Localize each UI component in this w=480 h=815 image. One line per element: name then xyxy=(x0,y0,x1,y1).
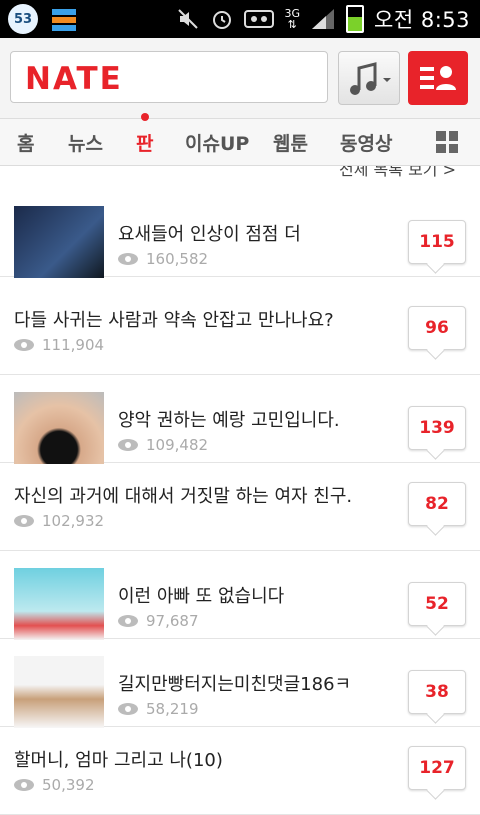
clock: 오전 8:53 xyxy=(374,8,470,32)
status-bar: 53 3G ⇅ 오전 8:53 xyxy=(0,0,480,38)
comment-count: 127 xyxy=(419,758,455,778)
list-item[interactable]: 양악 권하는 예랑 고민입니다. 109,482 139 xyxy=(0,374,480,464)
app-flag-icon xyxy=(52,9,76,31)
view-count: 109,482 xyxy=(146,436,209,454)
search-bar[interactable]: NATE xyxy=(10,51,328,103)
tab-pann[interactable]: 판 xyxy=(136,129,153,156)
comment-count-badge[interactable]: 139 xyxy=(408,406,466,450)
music-button[interactable] xyxy=(338,51,400,105)
active-indicator-dot xyxy=(141,113,149,121)
comment-count: 115 xyxy=(419,232,455,252)
comment-count: 82 xyxy=(425,494,449,514)
list-item[interactable]: 이런 아빠 또 없습니다 97,687 52 xyxy=(0,550,480,640)
view-count: 160,582 xyxy=(146,250,209,268)
tab-news[interactable]: 뉴스 xyxy=(68,129,103,156)
mute-icon xyxy=(178,9,199,29)
eye-icon xyxy=(14,779,34,791)
network-3g-icon: 3G ⇅ xyxy=(284,7,301,31)
music-note-icon xyxy=(350,62,391,95)
eye-icon xyxy=(14,515,34,527)
comment-count-badge[interactable]: 96 xyxy=(408,306,466,350)
post-title: 요새들어 인상이 점점 더 xyxy=(118,224,301,245)
list-item[interactable]: 요새들어 인상이 점점 더 160,582 115 xyxy=(0,188,480,278)
comment-count-badge[interactable]: 115 xyxy=(408,220,466,264)
comment-count: 96 xyxy=(425,318,449,338)
post-title: 양악 권하는 예랑 고민입니다. xyxy=(118,410,340,431)
view-all-link[interactable]: 전체 목록 보기 > xyxy=(0,166,480,188)
eye-icon xyxy=(118,703,138,715)
post-title: 길지만빵터지는미친댓글186ㅋ xyxy=(118,674,352,695)
post-views: 58,219 xyxy=(118,700,199,718)
post-thumbnail xyxy=(14,206,104,278)
post-thumbnail xyxy=(14,392,104,464)
nate-logo: NATE xyxy=(25,61,123,97)
view-count: 58,219 xyxy=(146,700,199,718)
app-badge-icon: 53 xyxy=(8,4,38,34)
post-views: 102,932 xyxy=(14,512,104,530)
battery-icon xyxy=(346,5,365,33)
comment-count: 52 xyxy=(425,594,449,614)
grid-menu-icon[interactable] xyxy=(436,131,458,153)
post-views: 97,687 xyxy=(118,612,199,630)
comment-count-badge[interactable]: 52 xyxy=(408,582,466,626)
view-all-label: 전체 목록 보기 > xyxy=(339,166,456,179)
view-count: 102,932 xyxy=(42,512,105,530)
comment-count: 139 xyxy=(419,418,455,438)
eye-icon xyxy=(118,615,138,627)
network-label: 3G xyxy=(284,7,301,20)
badge-count: 53 xyxy=(13,11,33,27)
tab-webtoon[interactable]: 웹툰 xyxy=(273,129,308,156)
nav-tabs: 홈 뉴스 판 이슈UP 웹툰 동영상 xyxy=(0,113,480,166)
post-views: 160,582 xyxy=(118,250,208,268)
alarm-icon xyxy=(213,11,232,29)
post-thumbnail xyxy=(14,568,104,640)
post-views: 111,904 xyxy=(14,336,104,354)
comment-count-badge[interactable]: 127 xyxy=(408,746,466,790)
tab-issue-up[interactable]: 이슈UP xyxy=(185,129,249,156)
post-title: 다들 사귀는 사람과 약속 안잡고 만나나요? xyxy=(14,310,334,331)
list-item[interactable]: 할머니, 엄마 그리고 나(10) 50,392 127 xyxy=(0,726,480,815)
view-count: 50,392 xyxy=(42,776,95,794)
post-title: 이런 아빠 또 없습니다 xyxy=(118,586,285,607)
app-header: NATE xyxy=(0,38,480,119)
comment-count-badge[interactable]: 38 xyxy=(408,670,466,714)
post-title: 할머니, 엄마 그리고 나(10) xyxy=(14,750,223,771)
view-count: 97,687 xyxy=(146,612,199,630)
post-views: 50,392 xyxy=(14,776,95,794)
battery-fill xyxy=(348,16,363,31)
comment-count-badge[interactable]: 82 xyxy=(408,482,466,526)
post-thumbnail xyxy=(14,656,104,728)
eye-icon xyxy=(118,253,138,265)
eye-icon xyxy=(118,439,138,451)
signal-icon xyxy=(312,9,335,29)
list-item[interactable]: 자신의 과거에 대해서 거짓말 하는 여자 친구. 102,932 82 xyxy=(0,462,480,551)
post-views: 109,482 xyxy=(118,436,208,454)
comment-count: 38 xyxy=(425,682,449,702)
list-item[interactable]: 길지만빵터지는미친댓글186ㅋ 58,219 38 xyxy=(0,638,480,728)
tab-home[interactable]: 홈 xyxy=(17,129,34,156)
status-icons: 3G ⇅ 오전 8:53 xyxy=(176,0,470,38)
post-title: 자신의 과거에 대해서 거짓말 하는 여자 친구. xyxy=(14,486,353,507)
profile-menu-icon xyxy=(420,66,456,90)
menu-button[interactable] xyxy=(408,51,468,105)
view-count: 111,904 xyxy=(42,336,105,354)
list-item[interactable]: 다들 사귀는 사람과 약속 안잡고 만나나요? 111,904 96 xyxy=(0,286,480,375)
eye-icon xyxy=(14,339,34,351)
tab-video[interactable]: 동영상 xyxy=(340,129,392,156)
voicemail-icon xyxy=(244,10,275,28)
